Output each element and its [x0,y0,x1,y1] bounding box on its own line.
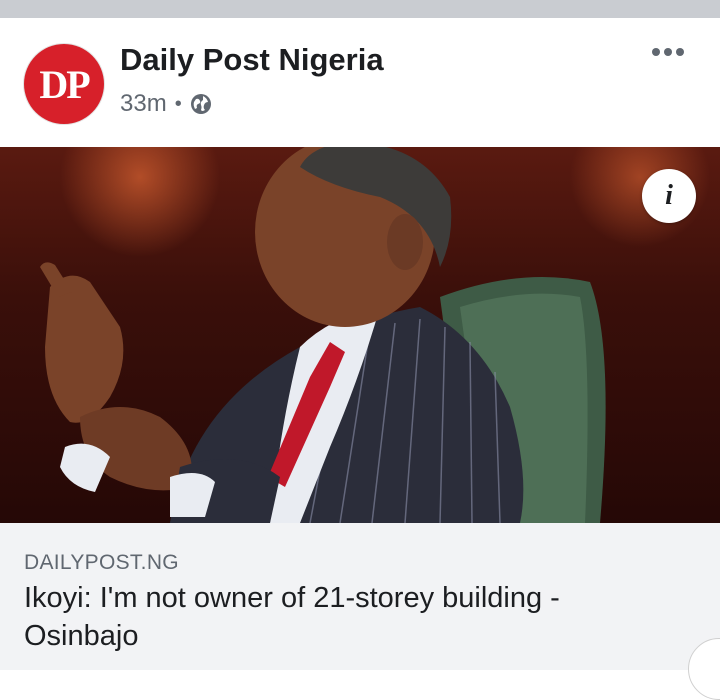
post-header: DP Daily Post Nigeria 33m • [0,18,720,147]
more-options-button[interactable] [652,48,684,56]
avatar-logo-text: DP [39,61,90,107]
meta-separator: • [174,92,182,115]
page-avatar[interactable]: DP [24,44,104,124]
page-name-link[interactable]: Daily Post Nigeria [120,42,384,78]
globe-icon [190,93,212,115]
post-image[interactable]: i [0,147,720,523]
info-button[interactable]: i [642,169,696,223]
link-preview[interactable]: DAILYPOST.NG Ikoyi: I'm not owner of 21-… [0,523,720,700]
post-timestamp[interactable]: 33m [120,90,167,118]
portrait-illustration [40,147,606,523]
post-meta: 33m • [120,90,212,118]
more-options-icon [652,48,660,56]
partial-button-edge [688,638,720,700]
link-domain: DAILYPOST.NG [24,551,179,574]
top-separator [0,0,720,18]
link-headline[interactable]: Ikoyi: I'm not owner of 21-storey buildi… [24,579,664,655]
